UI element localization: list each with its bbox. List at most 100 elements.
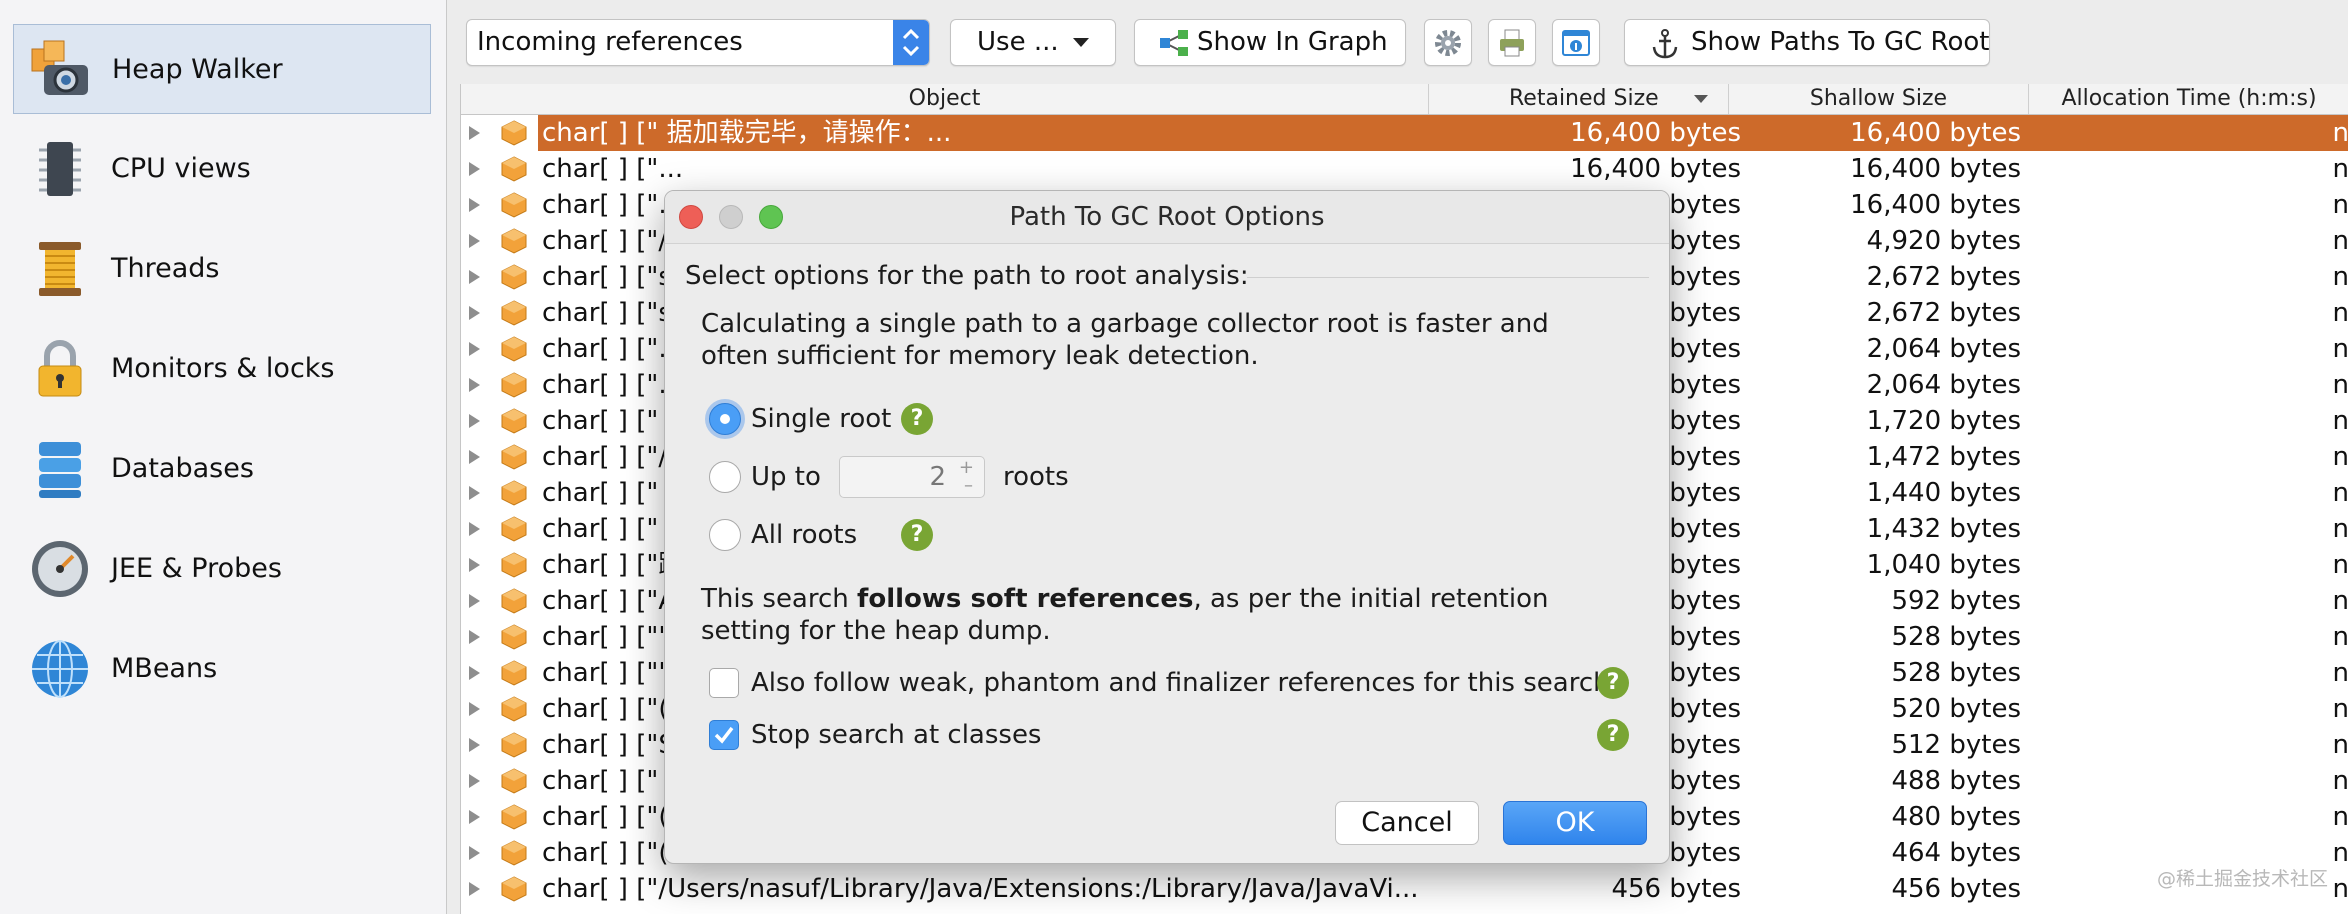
shallow-size-cell: 2,672 bytes xyxy=(1866,298,2021,328)
allocation-time-cell: n xyxy=(2332,226,2348,256)
heap-walker-icon xyxy=(31,40,88,95)
object-instance-icon xyxy=(501,408,527,434)
expand-arrow-icon[interactable] xyxy=(469,630,480,644)
expand-arrow-icon[interactable] xyxy=(469,558,480,572)
sidebar-item-threads[interactable]: Threads xyxy=(13,224,431,314)
shallow-size-cell: 1,040 bytes xyxy=(1866,550,2021,580)
help-icon[interactable]: ? xyxy=(1597,667,1629,699)
expand-arrow-icon[interactable] xyxy=(469,342,480,356)
sidebar-item-mbeans[interactable]: MBeans xyxy=(13,624,431,714)
expand-arrow-icon[interactable] xyxy=(469,810,480,824)
sidebar-item-monitors-locks[interactable]: Monitors & locks xyxy=(13,324,431,414)
shallow-size-cell: 4,920 bytes xyxy=(1866,226,2021,256)
expand-arrow-icon[interactable] xyxy=(469,774,480,788)
sidebar-item-cpu-views[interactable]: CPU views xyxy=(13,124,431,214)
expand-arrow-icon[interactable] xyxy=(469,162,480,176)
column-header-retained-size[interactable]: Retained Size xyxy=(1429,84,1729,114)
stop-search-at-classes-checkbox[interactable] xyxy=(709,720,739,750)
expand-arrow-icon[interactable] xyxy=(469,594,480,608)
up-to-radio[interactable] xyxy=(709,461,741,493)
ok-button[interactable]: OK xyxy=(1503,801,1647,845)
object-cell: char[ ] [""] xyxy=(542,622,681,652)
object-cell: char[ ] ["/L xyxy=(542,442,682,472)
shallow-size-cell: 528 bytes xyxy=(1891,622,2021,652)
object-cell: char[ ] [""] xyxy=(542,658,681,688)
all-roots-radio[interactable] xyxy=(709,519,741,551)
allocation-time-cell: n xyxy=(2332,442,2348,472)
object-instance-icon xyxy=(501,696,527,722)
dialog-titlebar: Path To GC Root Options xyxy=(665,191,1669,244)
shallow-size-cell: 520 bytes xyxy=(1891,694,2021,724)
use-menu-button[interactable]: Use ... xyxy=(950,19,1116,66)
expand-arrow-icon[interactable] xyxy=(469,702,480,716)
print-button[interactable] xyxy=(1488,19,1536,66)
expand-arrow-icon[interactable] xyxy=(469,306,480,320)
expand-arrow-icon[interactable] xyxy=(469,450,480,464)
object-instance-icon xyxy=(501,444,527,470)
object-cell: char[ ] ["(L xyxy=(542,694,683,724)
chevron-down-icon xyxy=(1073,38,1089,47)
expand-arrow-icon[interactable] xyxy=(469,738,480,752)
column-header-shallow-size[interactable]: Shallow Size xyxy=(1729,84,2029,114)
view-select[interactable]: Incoming references xyxy=(466,19,930,66)
show-in-graph-button[interactable]: Show In Graph xyxy=(1134,19,1406,66)
allocation-time-cell: n xyxy=(2332,262,2348,292)
updown-arrows-icon xyxy=(893,20,929,65)
settings-button[interactable] xyxy=(1424,19,1472,66)
object-instance-icon xyxy=(501,336,527,362)
roots-count-spinner[interactable]: 2 + – xyxy=(839,456,985,498)
expand-arrow-icon[interactable] xyxy=(469,882,480,896)
object-instance-icon xyxy=(501,120,527,146)
expand-arrow-icon[interactable] xyxy=(469,486,480,500)
view-select-value: Incoming references xyxy=(477,27,743,57)
follow-weak-references-label: Also follow weak, phantom and finalizer … xyxy=(751,668,1610,698)
expand-arrow-icon[interactable] xyxy=(469,666,480,680)
cancel-button[interactable]: Cancel xyxy=(1335,801,1479,845)
object-instance-icon xyxy=(501,804,527,830)
gauge-icon xyxy=(32,541,88,597)
expand-arrow-icon[interactable] xyxy=(469,522,480,536)
expand-arrow-icon[interactable] xyxy=(469,270,480,284)
expand-arrow-icon[interactable] xyxy=(469,126,480,140)
single-root-radio[interactable] xyxy=(709,403,741,435)
allocation-time-cell: n xyxy=(2332,730,2348,760)
sidebar-item-databases[interactable]: Databases xyxy=(13,424,431,514)
object-cell: char[ ] [" e xyxy=(542,766,683,796)
info-button[interactable] xyxy=(1552,19,1600,66)
expand-arrow-icon[interactable] xyxy=(469,378,480,392)
object-cell: char[ ] ["踯 xyxy=(542,550,685,580)
sidebar-item-label: MBeans xyxy=(111,653,218,684)
expand-arrow-icon[interactable] xyxy=(469,234,480,248)
table-row[interactable]: char[ ] ["/Users/nasuf/Library/Java/Exte… xyxy=(461,871,2348,907)
dialog-title: Path To GC Root Options xyxy=(1009,202,1325,232)
object-cell: char[ ] ["... xyxy=(542,154,684,184)
shallow-size-cell: 2,064 bytes xyxy=(1866,334,2021,364)
follow-weak-references-checkbox[interactable] xyxy=(709,668,739,698)
object-instance-icon xyxy=(501,732,527,758)
column-header-allocation-time[interactable]: Allocation Time (h:m:s) xyxy=(2029,84,2348,114)
watermark: @稀土掘金技术社区 xyxy=(2156,868,2328,890)
sidebar-item-heap-walker[interactable]: Heap Walker xyxy=(13,24,431,114)
spinner-down-icon[interactable]: – xyxy=(964,477,973,495)
shallow-size-cell: 1,472 bytes xyxy=(1866,442,2021,472)
table-row[interactable]: char[ ] ["... 16,400 bytes 16,400 bytes n xyxy=(461,151,2348,187)
object-cell: char[ ] ["... xyxy=(542,334,684,364)
expand-arrow-icon[interactable] xyxy=(469,846,480,860)
allocation-time-cell: n xyxy=(2332,586,2348,616)
allocation-time-cell: n xyxy=(2332,766,2348,796)
info-window-icon xyxy=(1562,30,1590,56)
expand-arrow-icon[interactable] xyxy=(469,414,480,428)
section-label: Select options for the path to root anal… xyxy=(685,261,1249,291)
help-icon[interactable]: ? xyxy=(901,519,933,551)
roots-label: roots xyxy=(1003,462,1069,492)
roots-count-value: 2 xyxy=(929,462,946,492)
sidebar-item-jee-probes[interactable]: JEE & Probes xyxy=(13,524,431,614)
help-icon[interactable]: ? xyxy=(1597,719,1629,751)
help-icon[interactable]: ? xyxy=(901,403,933,435)
object-cell: char[ ] ["(L xyxy=(542,802,683,832)
single-root-label: Single root xyxy=(751,404,892,434)
expand-arrow-icon[interactable] xyxy=(469,198,480,212)
table-row[interactable]: char[ ] [" 据加载完毕，请操作：... 16,400 bytes 16,4… xyxy=(461,115,2348,151)
column-header-object[interactable]: Object xyxy=(461,84,1429,114)
show-paths-to-gc-root-button[interactable]: Show Paths To GC Root xyxy=(1624,19,1990,66)
